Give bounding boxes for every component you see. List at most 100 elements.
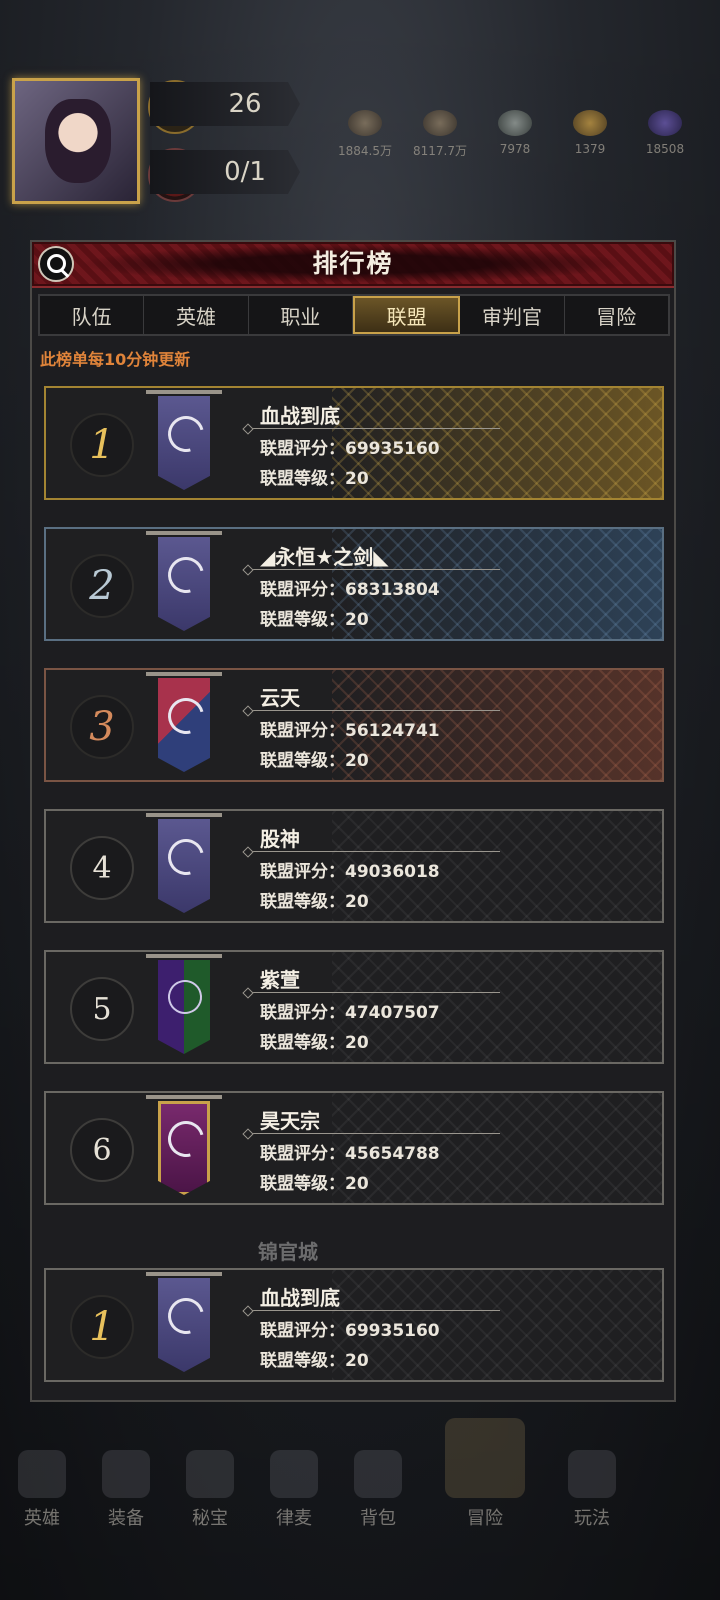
banner-pole [146,390,222,394]
level-label: 联盟等级： [260,751,345,771]
ranking-row[interactable]: 3 云天 联盟评分：56124741 联盟等级：20 [44,668,664,782]
level-label: 联盟等级： [260,610,345,630]
stamina-value: 0/1 [150,150,300,194]
nav-label: 律麦 [276,1508,312,1529]
nav-label: 秘宝 [192,1508,228,1529]
search-button[interactable] [38,246,74,282]
level-label: 联盟等级： [260,1351,345,1371]
alliance-level: 联盟等级：20 [260,464,369,489]
score-label: 联盟评分： [260,1321,345,1341]
ranking-row[interactable]: 4 股神 联盟评分：49036018 联盟等级：20 [44,809,664,923]
score-label: 联盟评分： [260,580,345,600]
hero-icon [18,1450,66,1498]
divider [246,428,500,429]
score-value: 49036018 [345,862,440,882]
resource-item: 8117.7万 [405,110,475,180]
resource-value: 18508 [645,142,685,156]
resource-value: 8117.7万 [413,144,467,158]
nav-equipment[interactable]: 装备 [84,1450,168,1540]
nav-label: 英雄 [24,1508,60,1529]
tab-class[interactable]: 职业 [249,296,353,334]
alliance-level: 联盟等级：20 [260,1028,369,1053]
resource-icon [498,110,532,136]
alliance-name: 股神 [260,827,300,851]
panel-header: 排行榜 [32,242,674,288]
banner-pole [146,1095,222,1099]
level-value: 20 [345,1351,369,1371]
rank-number: 1 [70,413,134,477]
alliance-name: 昊天宗 [260,1109,320,1133]
alliance-level: 联盟等级：20 [260,1346,369,1371]
category-tabs: 队伍 英雄 职业 联盟 审判官 冒险 [38,294,670,336]
resource-item: 18508 [630,110,700,180]
tab-team[interactable]: 队伍 [40,296,145,334]
divider [246,1310,500,1311]
resource-icon [573,110,607,136]
resource-icon [348,110,382,136]
score-value: 56124741 [345,721,440,741]
alliance-score: 联盟评分：69935160 [260,434,440,459]
alliance-banner-icon [146,813,222,917]
resource-item: 1884.5万 [330,110,400,180]
nav-hero[interactable]: 英雄 [0,1450,84,1540]
ranking-row[interactable]: 2 ◢永恒★之剑◣ 联盟评分：68313804 联盟等级：20 [44,527,664,641]
alliance-level: 联盟等级：20 [260,1169,369,1194]
rank-number: 5 [70,977,134,1041]
player-avatar[interactable] [12,78,140,204]
nav-bag[interactable]: 背包 [336,1450,420,1540]
ranking-row-partial[interactable]: 锦官城 [44,1232,664,1262]
alliance-banner-icon [146,390,222,494]
ranking-row[interactable]: 1 血战到底 联盟评分：69935160 联盟等级：20 [44,386,664,500]
level-value: 20 [345,1033,369,1053]
score-label: 联盟评分： [260,1003,345,1023]
alliance-score: 联盟评分：69935160 [260,1316,440,1341]
ranking-row[interactable]: 1 血战到底 联盟评分：69935160 联盟等级：20 [44,1268,664,1382]
alliance-level: 联盟等级：20 [260,605,369,630]
alliance-banner-icon [146,1095,222,1199]
rank-number: 6 [70,1118,134,1182]
tab-hero[interactable]: 英雄 [144,296,249,334]
nav-treasure[interactable]: 秘宝 [168,1450,252,1540]
level-label: 联盟等级： [260,1174,345,1194]
level-value: 20 [345,469,369,489]
banner-pole [146,672,222,676]
alliance-score: 联盟评分：56124741 [260,716,440,741]
resource-value: 1379 [574,142,606,156]
divider [246,710,500,711]
alliance-banner-icon [146,1272,222,1376]
ranking-row[interactable]: 5 紫萱 联盟评分：47407507 联盟等级：20 [44,950,664,1064]
resource-value: 1884.5万 [338,144,392,158]
level-label: 联盟等级： [260,1033,345,1053]
resource-item: 7978 [480,110,550,180]
nav-play[interactable]: 玩法 [550,1450,634,1540]
level-value: 20 [345,1174,369,1194]
tab-judge[interactable]: 审判官 [460,296,565,334]
level-label: 联盟等级： [260,469,345,489]
ranking-row[interactable]: 6 昊天宗 联盟评分：45654788 联盟等级：20 [44,1091,664,1205]
rank-number: 4 [70,836,134,900]
alliance-name: 锦官城 [258,1240,318,1262]
divider [246,992,500,993]
my-alliance-row[interactable]: 1 血战到底 联盟评分：69935160 联盟等级：20 [44,1268,664,1382]
score-label: 联盟评分： [260,721,345,741]
bottom-nav: 英雄 装备 秘宝 律麦 背包 冒险 玩法 [0,1418,720,1540]
alliance-name: 云天 [260,686,300,710]
alliance-score: 联盟评分：49036018 [260,857,440,882]
resource-icon [423,110,457,136]
rune-icon [270,1450,318,1498]
nav-label: 玩法 [574,1508,610,1529]
banner-pole [146,954,222,958]
tab-alliance[interactable]: 联盟 [352,296,461,334]
level-value: 20 [345,892,369,912]
nav-adventure[interactable]: 冒险 [420,1418,550,1540]
nav-rune[interactable]: 律麦 [252,1450,336,1540]
search-icon-handle [60,269,70,278]
level-value: 20 [345,610,369,630]
crossed-swords-icon [445,1418,525,1498]
tab-adventure[interactable]: 冒险 [565,296,668,334]
score-label: 联盟评分： [260,1144,345,1164]
rank-number: 3 [70,695,134,759]
alliance-score: 联盟评分：45654788 [260,1139,440,1164]
bag-icon [354,1450,402,1498]
alliance-name: 紫萱 [260,968,300,992]
